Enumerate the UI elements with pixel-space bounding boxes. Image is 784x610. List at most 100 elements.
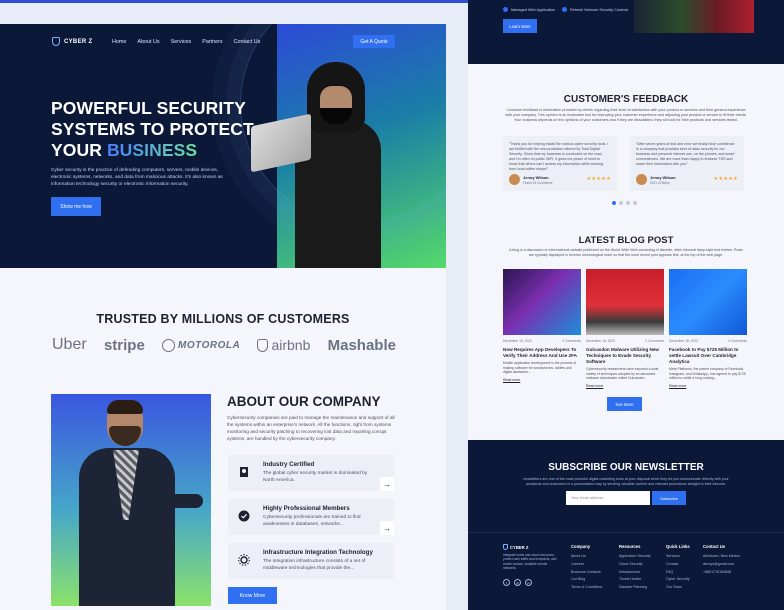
footer-link[interactable]: Cyber Security <box>666 576 690 584</box>
mashable-logo: Mashable <box>327 336 396 354</box>
footer-link[interactable]: Business Contacts <box>571 569 602 577</box>
read-more-link[interactable]: Read more <box>503 378 581 382</box>
feature-card-certified[interactable]: Industry Certified The global cyber secu… <box>228 455 394 491</box>
email-text[interactable]: abcxyz@gmail.com <box>703 561 740 569</box>
footer-logo-text: CYBER Z <box>510 544 529 550</box>
post-desc: Meta Platforms, the parent company of Fa… <box>669 367 746 381</box>
left-page: CYBER Z Home About Us Services Partners … <box>0 24 446 610</box>
feature-card-professional[interactable]: Highly Professional Members Cybersecurit… <box>228 499 394 535</box>
nav-home[interactable]: Home <box>112 39 126 45</box>
know-more-button[interactable]: Know More <box>228 587 277 604</box>
carousel-dot[interactable] <box>612 201 616 205</box>
review-quote: "After seven years of trial and error we… <box>636 142 735 166</box>
post-meta: December 18, 2022 0 Comments <box>586 339 664 343</box>
review-card: "Thank you for helping install the vario… <box>503 136 617 191</box>
nav-links: Home About Us Services Partners Contact … <box>112 39 260 45</box>
man-arm <box>161 494 203 508</box>
footer-link[interactable]: Careers <box>571 561 602 569</box>
avatar <box>636 174 647 185</box>
airbnb-icon <box>257 338 269 352</box>
footer-link[interactable]: Infrastructure <box>619 569 651 577</box>
blog-post-image <box>586 269 664 335</box>
post-title[interactable]: Gulcasdon Malware Utilizing New Techniqu… <box>586 347 664 365</box>
carousel-dot[interactable] <box>626 201 630 205</box>
post-date: December 18, 2022 <box>586 339 615 343</box>
check-item: Managed Web Application <box>503 7 555 12</box>
subscribe-button[interactable]: Subscribe <box>652 491 686 505</box>
post-title[interactable]: Now Requires App Developers To Verify Th… <box>503 347 581 359</box>
reviewer-name: Jenny Wilson <box>523 175 549 180</box>
see-more-button[interactable]: See More <box>607 397 642 411</box>
instagram-icon[interactable]: ◎ <box>514 579 521 586</box>
newsletter-title: SUBSCRIBE OUR NEWSLETTER <box>548 462 704 473</box>
footer-link[interactable]: Terms & Conditions <box>571 584 602 592</box>
star-rating-icon: ★★★★★ <box>586 176 611 182</box>
post-date: December 18, 2022 <box>669 339 698 343</box>
footer-heading: Contact Us <box>703 544 726 549</box>
linkedin-icon[interactable]: in <box>525 579 532 586</box>
site-logo[interactable]: CYBER Z <box>52 37 92 46</box>
about-title: ABOUT OUR COMPANY <box>227 394 381 409</box>
blog-post-image <box>503 269 581 335</box>
check-label: Refresh Network Security Controls <box>570 7 629 12</box>
post-title[interactable]: Facebook to Pay $725 Million to settle L… <box>669 347 747 365</box>
carousel-dot[interactable] <box>633 201 637 205</box>
footer-link[interactable]: Services <box>666 553 690 561</box>
footer-link[interactable]: Threat Hunter <box>619 576 651 584</box>
hero-description: Cyber security is the practice of defend… <box>51 168 223 187</box>
nav-contact[interactable]: Contact Us <box>234 39 261 45</box>
footer-link[interactable]: Contact <box>666 561 690 569</box>
footer-link[interactable]: Our Team <box>666 584 690 592</box>
show-me-how-button[interactable]: Show me how <box>51 197 101 216</box>
footer-link[interactable]: About Us <box>571 553 602 561</box>
footer-link[interactable]: Disaster Planning <box>619 584 651 592</box>
newsletter-section: SUBSCRIBE OUR NEWSLETTER newsletters are… <box>468 440 784 532</box>
blog-post-card[interactable]: December 18, 2022 0 Comments Now Requires… <box>503 269 581 382</box>
facebook-icon[interactable]: f <box>503 579 510 586</box>
footer-heading: Resources <box>619 544 641 549</box>
footer-link[interactable]: Our Blog <box>571 576 602 584</box>
footer-heading: Quick Links <box>666 544 690 549</box>
arrow-right-icon[interactable]: → <box>380 477 394 491</box>
feature-desc: The global cyber security market is domi… <box>263 471 368 483</box>
badge-check-icon <box>238 510 250 522</box>
carousel-dot[interactable] <box>619 201 623 205</box>
page-canvas: CYBER Z Home About Us Services Partners … <box>0 0 784 610</box>
hero-title-line-3: YOUR BUSINESS <box>51 140 261 161</box>
gear-network-icon <box>238 554 250 566</box>
check-label: Managed Web Application <box>511 7 556 12</box>
nav-services[interactable]: Services <box>171 39 192 45</box>
footer-link[interactable]: Cloud Security <box>619 561 651 569</box>
blog-post-card[interactable]: December 18, 2022 0 Comments Gulcasdon Ma… <box>586 269 664 388</box>
top-nav: CYBER Z Home About Us Services Partners … <box>0 24 446 60</box>
blog-post-card[interactable]: December 18, 2022 0 Comments Facebook to … <box>669 269 747 388</box>
get-quote-button[interactable]: Get A Quote <box>353 35 395 48</box>
check-item: Refresh Network Security Controls <box>562 7 628 12</box>
read-more-link[interactable]: Read more <box>669 384 747 388</box>
read-more-link[interactable]: Read more <box>586 384 664 388</box>
feature-title: Highly Professional Members <box>263 505 350 512</box>
feature-desc: Cybersecurity professionals are trained … <box>263 515 361 527</box>
hero-title: POWERFUL SECURITY SYSTEMS TO PROTECT YOU… <box>51 98 261 161</box>
hero-title-your: YOUR <box>51 140 102 160</box>
phone-text[interactable]: +8801778184898 <box>703 569 740 577</box>
shield-icon <box>503 544 508 550</box>
post-comments: 0 Comments <box>645 339 664 343</box>
blog-description: A blog is a discussion or informational … <box>509 248 743 257</box>
email-field[interactable]: Your email address <box>566 491 650 505</box>
footer-logo[interactable]: CYBER Z <box>503 544 528 550</box>
nav-about[interactable]: About Us <box>137 39 159 45</box>
footer-link[interactable]: Application Security <box>619 553 651 561</box>
keyboard-image <box>634 0 754 33</box>
footer-link[interactable]: FAQ <box>666 569 690 577</box>
nav-partners[interactable]: Partners <box>202 39 222 45</box>
arrow-right-icon[interactable]: → <box>380 521 394 535</box>
trusted-title: TRUSTED BY MILLIONS OF CUSTOMERS <box>96 312 350 326</box>
review-card: "After seven years of trial and error we… <box>630 136 744 191</box>
services-strip: Managed Web Application Refresh Network … <box>468 0 784 64</box>
learn-more-button[interactable]: Learn More <box>503 19 537 33</box>
motorola-logo: MOTOROLA <box>162 338 240 352</box>
avatar <box>509 174 520 185</box>
feature-card-infrastructure[interactable]: Infrastructure Integration Technology Th… <box>228 543 394 579</box>
right-page: Managed Web Application Refresh Network … <box>468 0 784 610</box>
